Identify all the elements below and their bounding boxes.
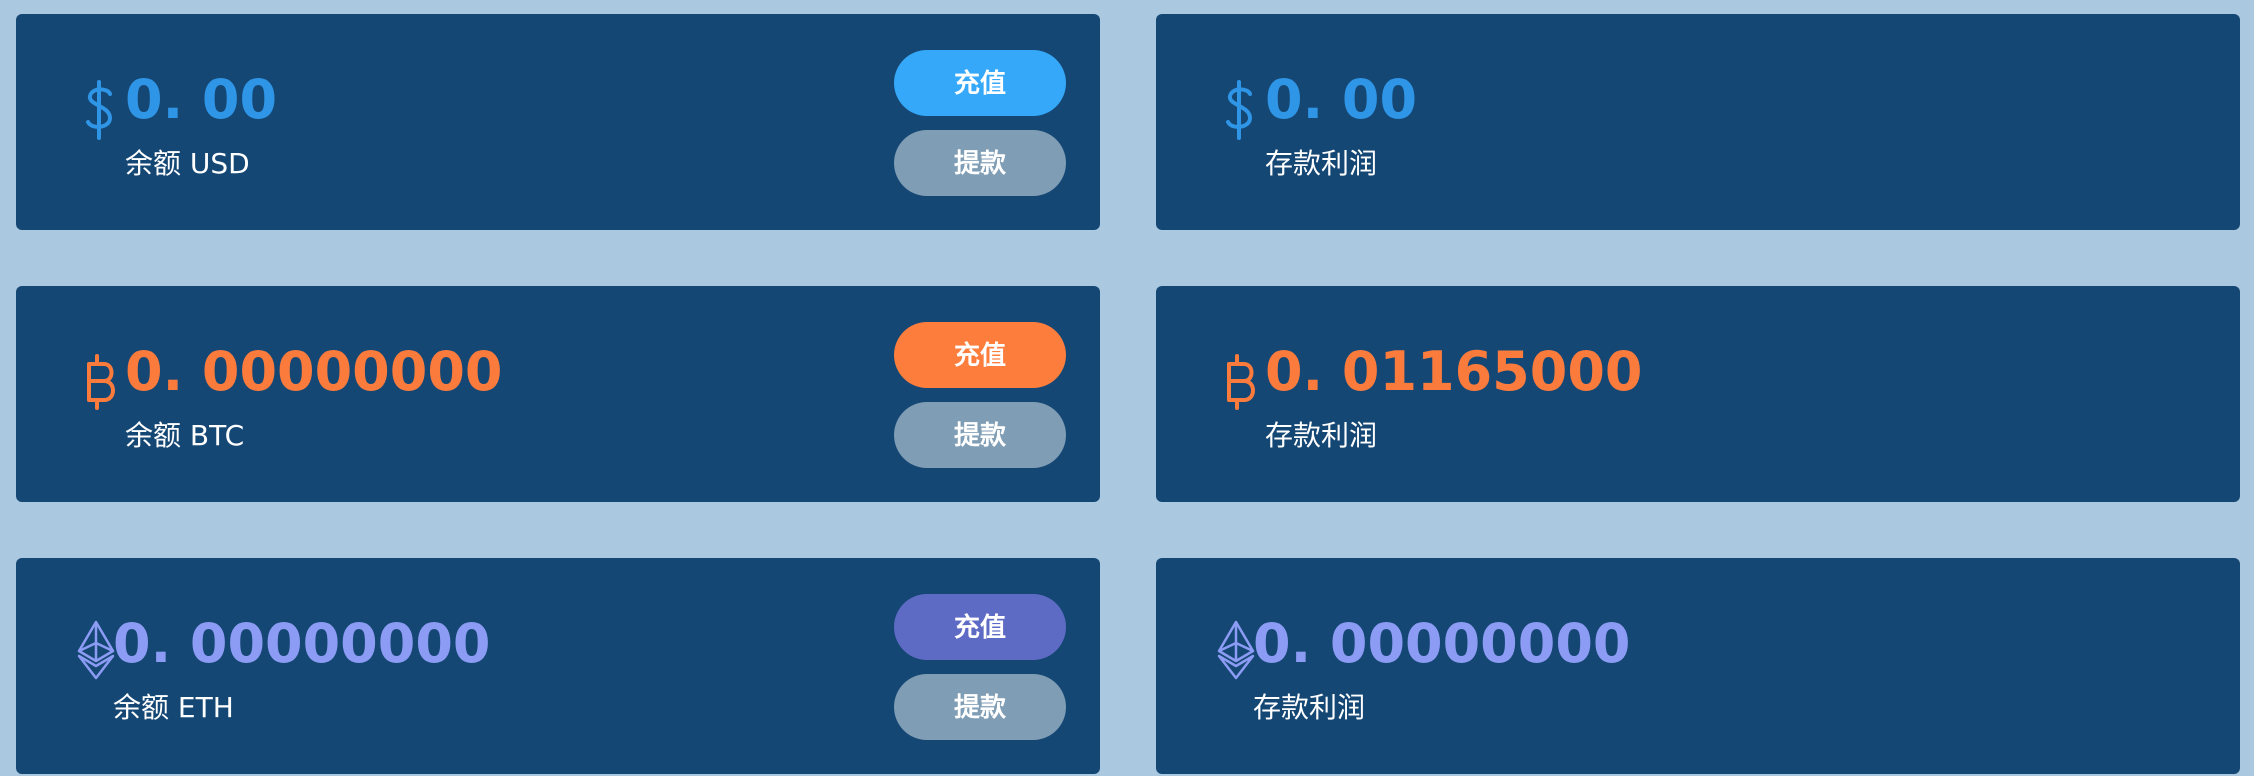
balance-amount: 0. 00 — [125, 68, 278, 131]
withdraw-button[interactable]: 提款 — [894, 674, 1066, 740]
balance-amount: 0. 00000000 — [125, 340, 503, 403]
btc-profit-card: 0. 01165000 存款利润 — [1156, 286, 2240, 502]
deposit-button[interactable]: 充值 — [894, 594, 1066, 660]
deposit-button[interactable]: 充值 — [894, 322, 1066, 388]
bitcoin-icon — [68, 346, 132, 418]
dollar-icon — [68, 74, 132, 146]
profit-amount: 0. 01165000 — [1265, 340, 1643, 403]
balance-amount: 0. 00000000 — [113, 612, 491, 675]
profit-amount: 0. 00000000 — [1253, 612, 1631, 675]
balance-label: 余额 ETH — [113, 691, 234, 724]
balance-label: 余额 BTC — [125, 419, 245, 452]
withdraw-button[interactable]: 提款 — [894, 402, 1066, 468]
withdraw-button[interactable]: 提款 — [894, 130, 1066, 196]
usd-profit-card: 0. 00 存款利润 — [1156, 14, 2240, 230]
profit-label: 存款利润 — [1265, 419, 1378, 452]
eth-balance-card: 0. 00000000 余额 ETH 充值 提款 — [16, 558, 1100, 774]
eth-profit-card: 0. 00000000 存款利润 — [1156, 558, 2240, 774]
balance-label: 余额 USD — [125, 147, 250, 180]
dollar-icon — [1208, 74, 1272, 146]
deposit-button[interactable]: 充值 — [894, 50, 1066, 116]
profit-label: 存款利润 — [1253, 691, 1366, 724]
usd-balance-card: 0. 00 余额 USD 充值 提款 — [16, 14, 1100, 230]
profit-label: 存款利润 — [1265, 147, 1378, 180]
bitcoin-icon — [1208, 346, 1272, 418]
profit-amount: 0. 00 — [1265, 68, 1418, 131]
btc-balance-card: 0. 00000000 余额 BTC 充值 提款 — [16, 286, 1100, 502]
